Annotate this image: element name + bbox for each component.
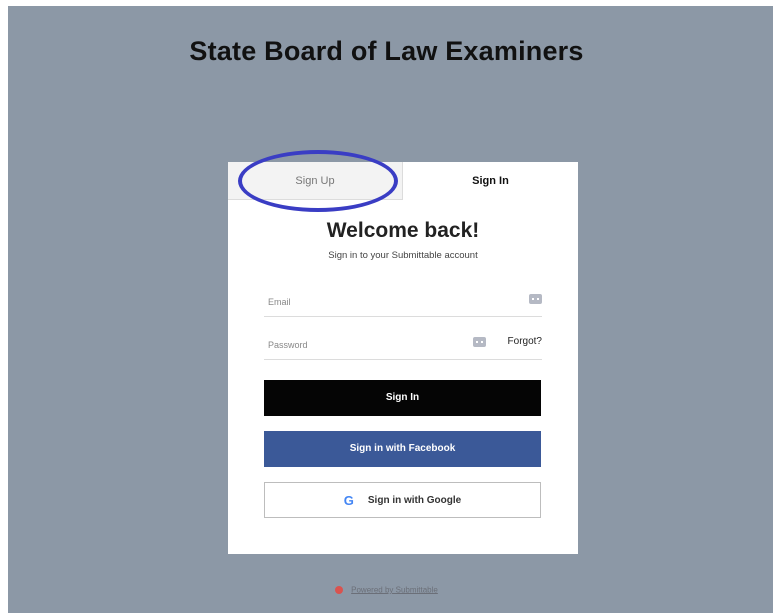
page-title: State Board of Law Examiners (189, 36, 584, 66)
welcome-subtitle: Sign in to your Submittable account (328, 250, 478, 261)
google-sign-in-label: Sign in with Google (367, 495, 462, 506)
tab-sign-in[interactable]: Sign In (403, 162, 578, 200)
welcome-heading: Welcome back! (326, 219, 480, 242)
powered-by-link[interactable]: Powered by Submittable (351, 585, 438, 594)
password-field: Forgot? (264, 329, 542, 360)
google-logo-icon: G (343, 493, 354, 508)
sign-in-button[interactable]: Sign In (264, 380, 541, 416)
footer: Powered by Submittable (0, 585, 773, 594)
submittable-logo-icon (335, 585, 344, 594)
forgot-password-link[interactable]: Forgot? (508, 336, 542, 347)
key-icon[interactable] (529, 294, 542, 304)
key-icon[interactable] (473, 337, 486, 347)
login-card: Sign Up Sign In Welcome back! Sign in to… (228, 162, 578, 554)
password-input[interactable] (266, 335, 460, 355)
email-input[interactable] (266, 292, 460, 312)
highlight-annotation-circle (238, 150, 398, 212)
facebook-sign-in-button[interactable]: Sign in with Facebook (264, 431, 541, 467)
email-field (264, 286, 542, 317)
google-sign-in-button[interactable]: G Sign in with Google (264, 482, 541, 518)
